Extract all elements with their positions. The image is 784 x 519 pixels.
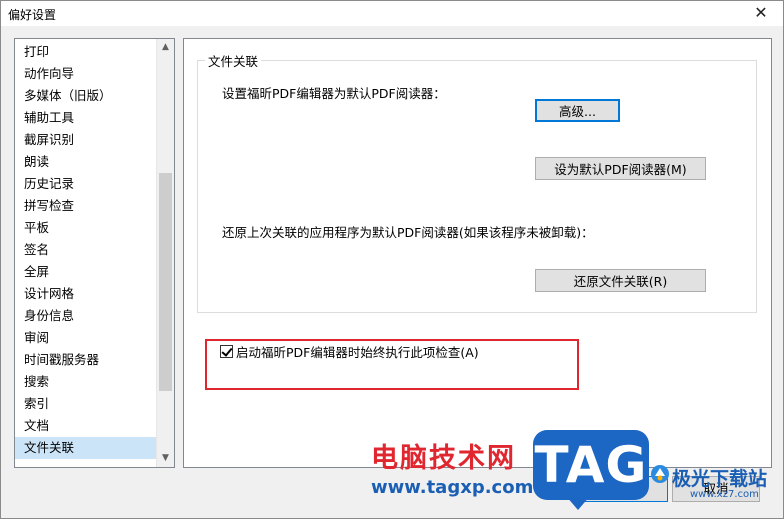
scroll-thumb[interactable] (159, 173, 172, 391)
sidebar-item[interactable]: 拼写检查 (15, 195, 156, 217)
sidebar-item[interactable]: 朗读 (15, 151, 156, 173)
watermark-tag-logo: TAG (533, 430, 649, 500)
watermark-site-icon (651, 465, 669, 483)
watermark-url: www.tagxp.com (371, 477, 534, 498)
startup-check-row[interactable]: 启动福昕PDF编辑器时始终执行此项检查(A) (220, 342, 479, 361)
sidebar-item[interactable]: 打印 (15, 41, 156, 63)
set-default-reader-button[interactable]: 设为默认PDF阅读器(M) (535, 157, 706, 180)
sidebar-item[interactable]: 平板 (15, 217, 156, 239)
advanced-button[interactable]: 高级... (535, 99, 620, 122)
sidebar-item[interactable]: 时间戳服务器 (15, 349, 156, 371)
title-bar: 偏好设置 ✕ (1, 1, 783, 26)
group-title: 文件关联 (205, 51, 262, 70)
watermark-site-url: www.xz7.com (690, 489, 759, 500)
close-icon[interactable]: ✕ (751, 4, 771, 22)
sidebar-item[interactable]: 全屏 (15, 261, 156, 283)
startup-check-label[interactable]: 启动福昕PDF编辑器时始终执行此项检查(A) (236, 342, 479, 361)
list-scrollbar[interactable]: ▲ ▼ (156, 39, 174, 467)
sidebar-item[interactable]: 辅助工具 (15, 107, 156, 129)
sidebar-item[interactable]: 动作向导 (15, 63, 156, 85)
sidebar-item[interactable]: 文件关联 (15, 437, 156, 459)
sidebar-item[interactable]: 搜索 (15, 371, 156, 393)
sidebar-item[interactable]: 多媒体（旧版） (15, 85, 156, 107)
window-title: 偏好设置 (8, 8, 57, 22)
sidebar-item[interactable]: 索引 (15, 393, 156, 415)
sidebar-item[interactable]: 历史记录 (15, 173, 156, 195)
restore-association-button[interactable]: 还原文件关联(R) (535, 269, 706, 292)
default-reader-text: 设置福昕PDF编辑器为默认PDF阅读器： (222, 86, 446, 101)
sidebar-item[interactable]: 身份信息 (15, 305, 156, 327)
watermark-site-name: 极光下载站 (672, 468, 768, 490)
restore-text: 还原上次关联的应用程序为默认PDF阅读器(如果该程序未被卸载)： (222, 225, 594, 240)
scroll-up-icon[interactable]: ▲ (157, 39, 174, 56)
category-items: 打印 动作向导 多媒体（旧版） 辅助工具 截屏识别 朗读 历史记录 拼写检查 平板 签名 全屏 设计网… (15, 41, 156, 459)
watermark-tag-tail (566, 496, 590, 510)
sidebar-item[interactable]: 签名 (15, 239, 156, 261)
sidebar-item[interactable]: 截屏识别 (15, 129, 156, 151)
scroll-down-icon[interactable]: ▼ (157, 450, 174, 467)
startup-check-checkbox[interactable] (220, 344, 233, 358)
category-list[interactable]: 打印 动作向导 多媒体（旧版） 辅助工具 截屏识别 朗读 历史记录 拼写检查 平板 签名 全屏 设计网… (14, 38, 175, 468)
sidebar-item[interactable]: 文档 (15, 415, 156, 437)
settings-panel: 文件关联 设置福昕PDF编辑器为默认PDF阅读器： 高级... 设为默认PDF阅… (183, 38, 772, 468)
sidebar-item[interactable]: 审阅 (15, 327, 156, 349)
watermark-cn-text: 电脑技术网 (371, 443, 516, 474)
sidebar-item[interactable]: 设计网格 (15, 283, 156, 305)
